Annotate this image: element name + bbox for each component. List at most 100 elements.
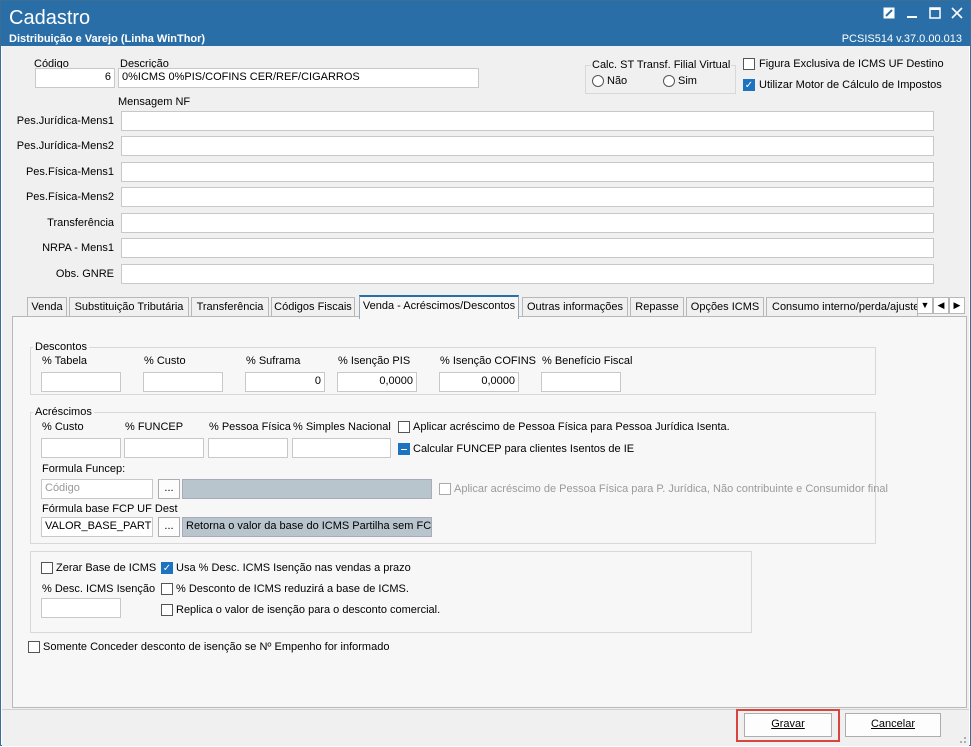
- calc-st-label: Calc. ST Transf. Filial Virtual: [591, 59, 732, 71]
- desc-isencao-cofins-input[interactable]: 0,0000: [439, 372, 519, 392]
- utilizar-checkbox[interactable]: ✓: [743, 79, 755, 91]
- formula-funcep-input[interactable]: Código: [41, 479, 153, 499]
- acr-simples-label: % Simples Nacional: [293, 421, 391, 433]
- utilizar-label: Utilizar Motor de Cálculo de Impostos: [759, 79, 942, 91]
- desc-tabela-input[interactable]: [41, 372, 121, 392]
- desc-isencao-pis-label: % Isenção PIS: [338, 355, 411, 367]
- msg-pj2-input[interactable]: [121, 136, 934, 156]
- mensagem-label: Mensagem NF: [118, 96, 191, 108]
- msg-nrpa-input[interactable]: [121, 238, 934, 258]
- figura-checkbox[interactable]: [743, 58, 755, 70]
- acr-funcep-label: % FUNCEP: [125, 421, 184, 433]
- desc-isencao-pis-input[interactable]: 0,0000: [337, 372, 417, 392]
- tab-substituicao[interactable]: Substituição Tributária: [69, 297, 189, 317]
- somente-checkbox[interactable]: [28, 641, 40, 653]
- msg-pf1-label: Pes.Física-Mens1: [25, 166, 114, 178]
- figura-label: Figura Exclusiva de ICMS UF Destino: [759, 58, 944, 70]
- desc-beneficio-input[interactable]: [541, 372, 621, 392]
- title-bar[interactable]: Cadastro Distribuição e Varejo (Linha Wi…: [1, 1, 970, 46]
- desc-custo-label: % Custo: [144, 355, 186, 367]
- sim-label: Sim: [678, 75, 697, 87]
- maximize-icon[interactable]: [927, 7, 943, 21]
- tab-repasse[interactable]: Repasse: [630, 297, 684, 317]
- msg-pj1-input[interactable]: [121, 111, 934, 131]
- desc-isencao-cofins-label: % Isenção COFINS: [440, 355, 536, 367]
- tab-transferencia[interactable]: Transferência: [191, 297, 269, 317]
- minimize-icon[interactable]: [904, 7, 920, 21]
- codigo-input[interactable]: 6: [35, 68, 115, 88]
- descricao-input[interactable]: 0%ICMS 0%PIS/COFINS CER/REF/CIGARROS: [118, 68, 479, 88]
- msg-pf2-label: Pes.Física-Mens2: [25, 191, 114, 203]
- nao-radio[interactable]: [592, 75, 604, 87]
- calcular-funcep-label: Calcular FUNCEP para clientes Isentos de…: [413, 443, 635, 455]
- aplicar-pf-pj-label: Aplicar acréscimo de Pessoa Física para …: [413, 421, 730, 433]
- tab-outras-informacoes[interactable]: Outras informações: [522, 297, 628, 317]
- tab-consumo-interno[interactable]: Consumo interno/perda/ajuste: [766, 297, 918, 317]
- version-label: PCSIS514 v.37.0.00.013: [841, 33, 962, 45]
- formula-fcp-label: Fórmula base FCP UF Dest: [42, 503, 178, 515]
- aplicar-pj-nc-checkbox[interactable]: [439, 483, 451, 495]
- acr-pf-label: % Pessoa Física: [209, 421, 291, 433]
- usa-desc-checkbox[interactable]: ✓: [161, 562, 173, 574]
- acr-custo-label: % Custo: [42, 421, 84, 433]
- replica-label: Replica o valor de isenção para o descon…: [176, 604, 441, 616]
- tab-codigos-fiscais[interactable]: Códigos Fiscais: [271, 297, 355, 317]
- tab-opcoes-icms[interactable]: Opções ICMS: [686, 297, 764, 317]
- acr-funcep-input[interactable]: [124, 438, 204, 458]
- msg-gnre-label: Obs. GNRE: [55, 268, 114, 280]
- tab-scroll-right-icon[interactable]: ▶: [949, 297, 965, 314]
- window: Cadastro Distribuição e Varejo (Linha Wi…: [0, 0, 971, 746]
- resize-grip-icon[interactable]: [957, 734, 967, 744]
- tab-venda-acrescimos[interactable]: Venda - Acréscimos/Descontos: [359, 295, 519, 319]
- cancelar-button[interactable]: Cancelar: [845, 713, 941, 737]
- msg-pj1-label: Pes.Jurídica-Mens1: [16, 115, 114, 127]
- desc-custo-input[interactable]: [143, 372, 223, 392]
- acr-pf-input[interactable]: [208, 438, 288, 458]
- formula-fcp-input[interactable]: VALOR_BASE_PARTILH: [41, 517, 153, 537]
- acrescimos-title: Acréscimos: [33, 406, 94, 418]
- desc-icms-isencao-label: % Desc. ICMS Isenção: [42, 583, 156, 595]
- aplicar-pj-nc-label: Aplicar acréscimo de Pessoa Física para …: [454, 483, 888, 495]
- aplicar-pf-pj-checkbox[interactable]: [398, 421, 410, 433]
- msg-nrpa-label: NRPA - Mens1: [42, 242, 114, 254]
- tab-scroll-left-icon[interactable]: ◀: [933, 297, 949, 314]
- calcular-funcep-checkbox[interactable]: [398, 443, 410, 455]
- window-title: Cadastro: [9, 7, 91, 29]
- msg-pj2-label: Pes.Jurídica-Mens2: [16, 140, 114, 152]
- close-icon[interactable]: [949, 7, 965, 21]
- formula-funcep-desc: [182, 479, 432, 499]
- nao-label: Não: [607, 75, 628, 87]
- reduzira-label: % Desconto de ICMS reduzirá a base de IC…: [176, 583, 409, 595]
- sim-radio[interactable]: [663, 75, 675, 87]
- desc-beneficio-label: % Benefício Fiscal: [542, 355, 633, 367]
- formula-fcp-desc: Retorna o valor da base do ICMS Partilha…: [182, 517, 432, 537]
- reduzira-checkbox[interactable]: [161, 583, 173, 595]
- zerar-base-label: Zerar Base de ICMS: [56, 562, 157, 574]
- desc-suframa-label: % Suframa: [246, 355, 301, 367]
- window-subtitle: Distribuição e Varejo (Linha WinThor): [9, 33, 206, 45]
- usa-desc-label: Usa % Desc. ICMS Isenção nas vendas a pr…: [176, 562, 411, 574]
- desc-tabela-label: % Tabela: [42, 355, 88, 367]
- descontos-title: Descontos: [33, 341, 89, 353]
- msg-pf1-input[interactable]: [121, 162, 934, 182]
- msg-pf2-input[interactable]: [121, 187, 934, 207]
- acr-custo-input[interactable]: [41, 438, 121, 458]
- msg-transf-input[interactable]: [121, 213, 934, 233]
- form-body: Código 6 Descrição 0%ICMS 0%PIS/COFINS C…: [2, 46, 969, 746]
- gravar-button[interactable]: Gravar: [744, 713, 832, 737]
- msg-gnre-input[interactable]: [121, 264, 934, 284]
- tab-dropdown-icon[interactable]: ▼: [917, 297, 933, 314]
- tab-panel: Descontos % Tabela % Custo % Suframa 0 %…: [12, 316, 967, 708]
- replica-checkbox[interactable]: [161, 604, 173, 616]
- zerar-base-checkbox[interactable]: [41, 562, 53, 574]
- formula-funcep-lookup-button[interactable]: ...: [158, 479, 180, 499]
- formula-funcep-label: Formula Funcep:: [42, 463, 126, 475]
- desc-icms-isencao-input[interactable]: [41, 598, 121, 618]
- desc-suframa-input[interactable]: 0: [245, 372, 325, 392]
- tab-venda[interactable]: Venda: [27, 297, 67, 317]
- somente-label: Somente Conceder desconto de isenção se …: [43, 641, 390, 653]
- edit-icon[interactable]: [881, 7, 897, 21]
- msg-transf-label: Transferência: [47, 217, 114, 229]
- acr-simples-input[interactable]: [292, 438, 391, 458]
- formula-fcp-lookup-button[interactable]: ...: [158, 517, 180, 537]
